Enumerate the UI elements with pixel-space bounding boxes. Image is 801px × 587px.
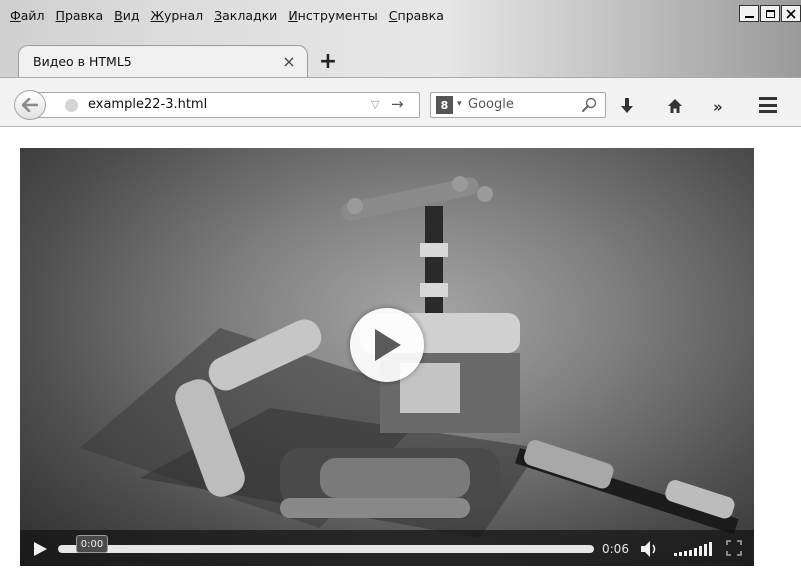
go-arrow-icon[interactable]: → — [391, 95, 404, 113]
url-history-dropdown-icon[interactable]: ▽ — [371, 98, 379, 111]
progress-bar[interactable]: 0:00 — [58, 535, 594, 553]
menu-accelerator: С — [388, 7, 398, 23]
tab-close-button[interactable]: × — [275, 52, 303, 71]
volume-bar — [694, 548, 697, 556]
menu-item-bookmarks[interactable]: Закладки — [214, 8, 277, 23]
menu-label: правка — [397, 7, 444, 23]
menu-accelerator: П — [55, 7, 65, 23]
volume-bar — [709, 542, 712, 556]
play-icon — [34, 542, 47, 556]
browser-window: Файл Правка Вид Журнал Закладки Инструме… — [0, 0, 801, 587]
menu-label: нструменты — [297, 7, 378, 23]
close-window-button[interactable] — [781, 5, 801, 22]
menu-item-tools[interactable]: Инструменты — [288, 8, 377, 23]
home-button[interactable] — [667, 98, 683, 114]
minimize-icon — [744, 16, 754, 18]
downloads-button[interactable] — [620, 98, 634, 114]
video-controls: 0:00 0:06 — [20, 530, 754, 566]
hamburger-menu-icon — [759, 97, 777, 100]
menu-bar: Файл Правка Вид Журнал Закладки Инструме… — [10, 0, 455, 30]
current-time-tooltip: 0:00 — [76, 535, 108, 553]
menu-label: равка — [64, 7, 104, 23]
back-button[interactable] — [14, 90, 46, 120]
url-bar[interactable]: example22-3.html ▽ → — [30, 92, 420, 118]
fullscreen-button[interactable] — [726, 540, 742, 560]
hamburger-menu-icon — [759, 103, 777, 107]
search-engine-dropdown-icon[interactable]: ▾ — [457, 99, 462, 109]
search-input[interactable]: Google — [468, 97, 514, 112]
play-overlay-button[interactable] — [350, 308, 424, 382]
menu-item-file[interactable]: Файл — [10, 8, 45, 23]
page-content: 0:00 0:06 — [0, 128, 801, 587]
volume-bar — [689, 550, 692, 556]
speaker-icon — [641, 541, 656, 557]
volume-bar — [704, 544, 707, 556]
window-controls — [739, 5, 801, 22]
new-tab-button[interactable]: + — [316, 49, 340, 74]
volume-bar — [674, 553, 677, 556]
menu-item-help[interactable]: Справка — [389, 8, 444, 23]
menu-label: акладки — [222, 7, 278, 23]
maximize-button[interactable] — [760, 5, 780, 22]
menu-accelerator: Ф — [10, 7, 21, 23]
title-bar: Файл Правка Вид Журнал Закладки Инструме… — [0, 0, 801, 84]
fullscreen-icon — [726, 540, 742, 556]
menu-label: айл — [20, 7, 45, 23]
maximize-icon — [765, 9, 775, 18]
tab-active[interactable]: Видео в HTML5 × — [18, 45, 308, 77]
tab-title: Видео в HTML5 — [33, 54, 132, 69]
duration-label: 0:06 — [602, 542, 629, 556]
menu-accelerator: В — [114, 7, 123, 23]
home-icon — [668, 99, 682, 113]
toolbar-overflow-button[interactable]: » — [713, 98, 723, 116]
volume-bar — [679, 552, 682, 556]
back-arrow-icon — [22, 98, 38, 112]
globe-icon — [65, 99, 78, 112]
menu-label: ид — [122, 7, 140, 23]
search-engine-badge[interactable]: 8 — [436, 96, 453, 114]
hamburger-menu-icon — [759, 110, 777, 113]
menu-accelerator: З — [214, 7, 223, 23]
search-bar[interactable]: 8 ▾ Google — [430, 92, 606, 118]
navigation-toolbar: example22-3.html ▽ → 8 ▾ Google » — [0, 77, 801, 127]
minimize-button[interactable] — [739, 5, 759, 22]
url-input[interactable]: example22-3.html — [88, 97, 207, 112]
menu-label: урнал — [163, 7, 204, 23]
volume-bar — [699, 546, 702, 556]
search-icon[interactable] — [581, 97, 597, 117]
control-play-button[interactable] — [32, 541, 48, 561]
volume-bar — [684, 551, 687, 556]
volume-slider[interactable] — [674, 542, 712, 556]
video-player[interactable]: 0:00 0:06 — [20, 148, 754, 566]
menu-item-view[interactable]: Вид — [114, 8, 139, 23]
mute-button[interactable] — [640, 540, 662, 562]
download-arrow-icon — [621, 98, 633, 113]
menu-accelerator: Ж — [150, 7, 164, 23]
play-icon — [375, 329, 401, 361]
close-icon — [786, 8, 796, 19]
menu-item-edit[interactable]: Правка — [56, 8, 104, 23]
menu-item-history[interactable]: Журнал — [150, 8, 203, 23]
hamburger-menu-button[interactable] — [756, 94, 780, 116]
menu-accelerator: И — [288, 7, 298, 23]
